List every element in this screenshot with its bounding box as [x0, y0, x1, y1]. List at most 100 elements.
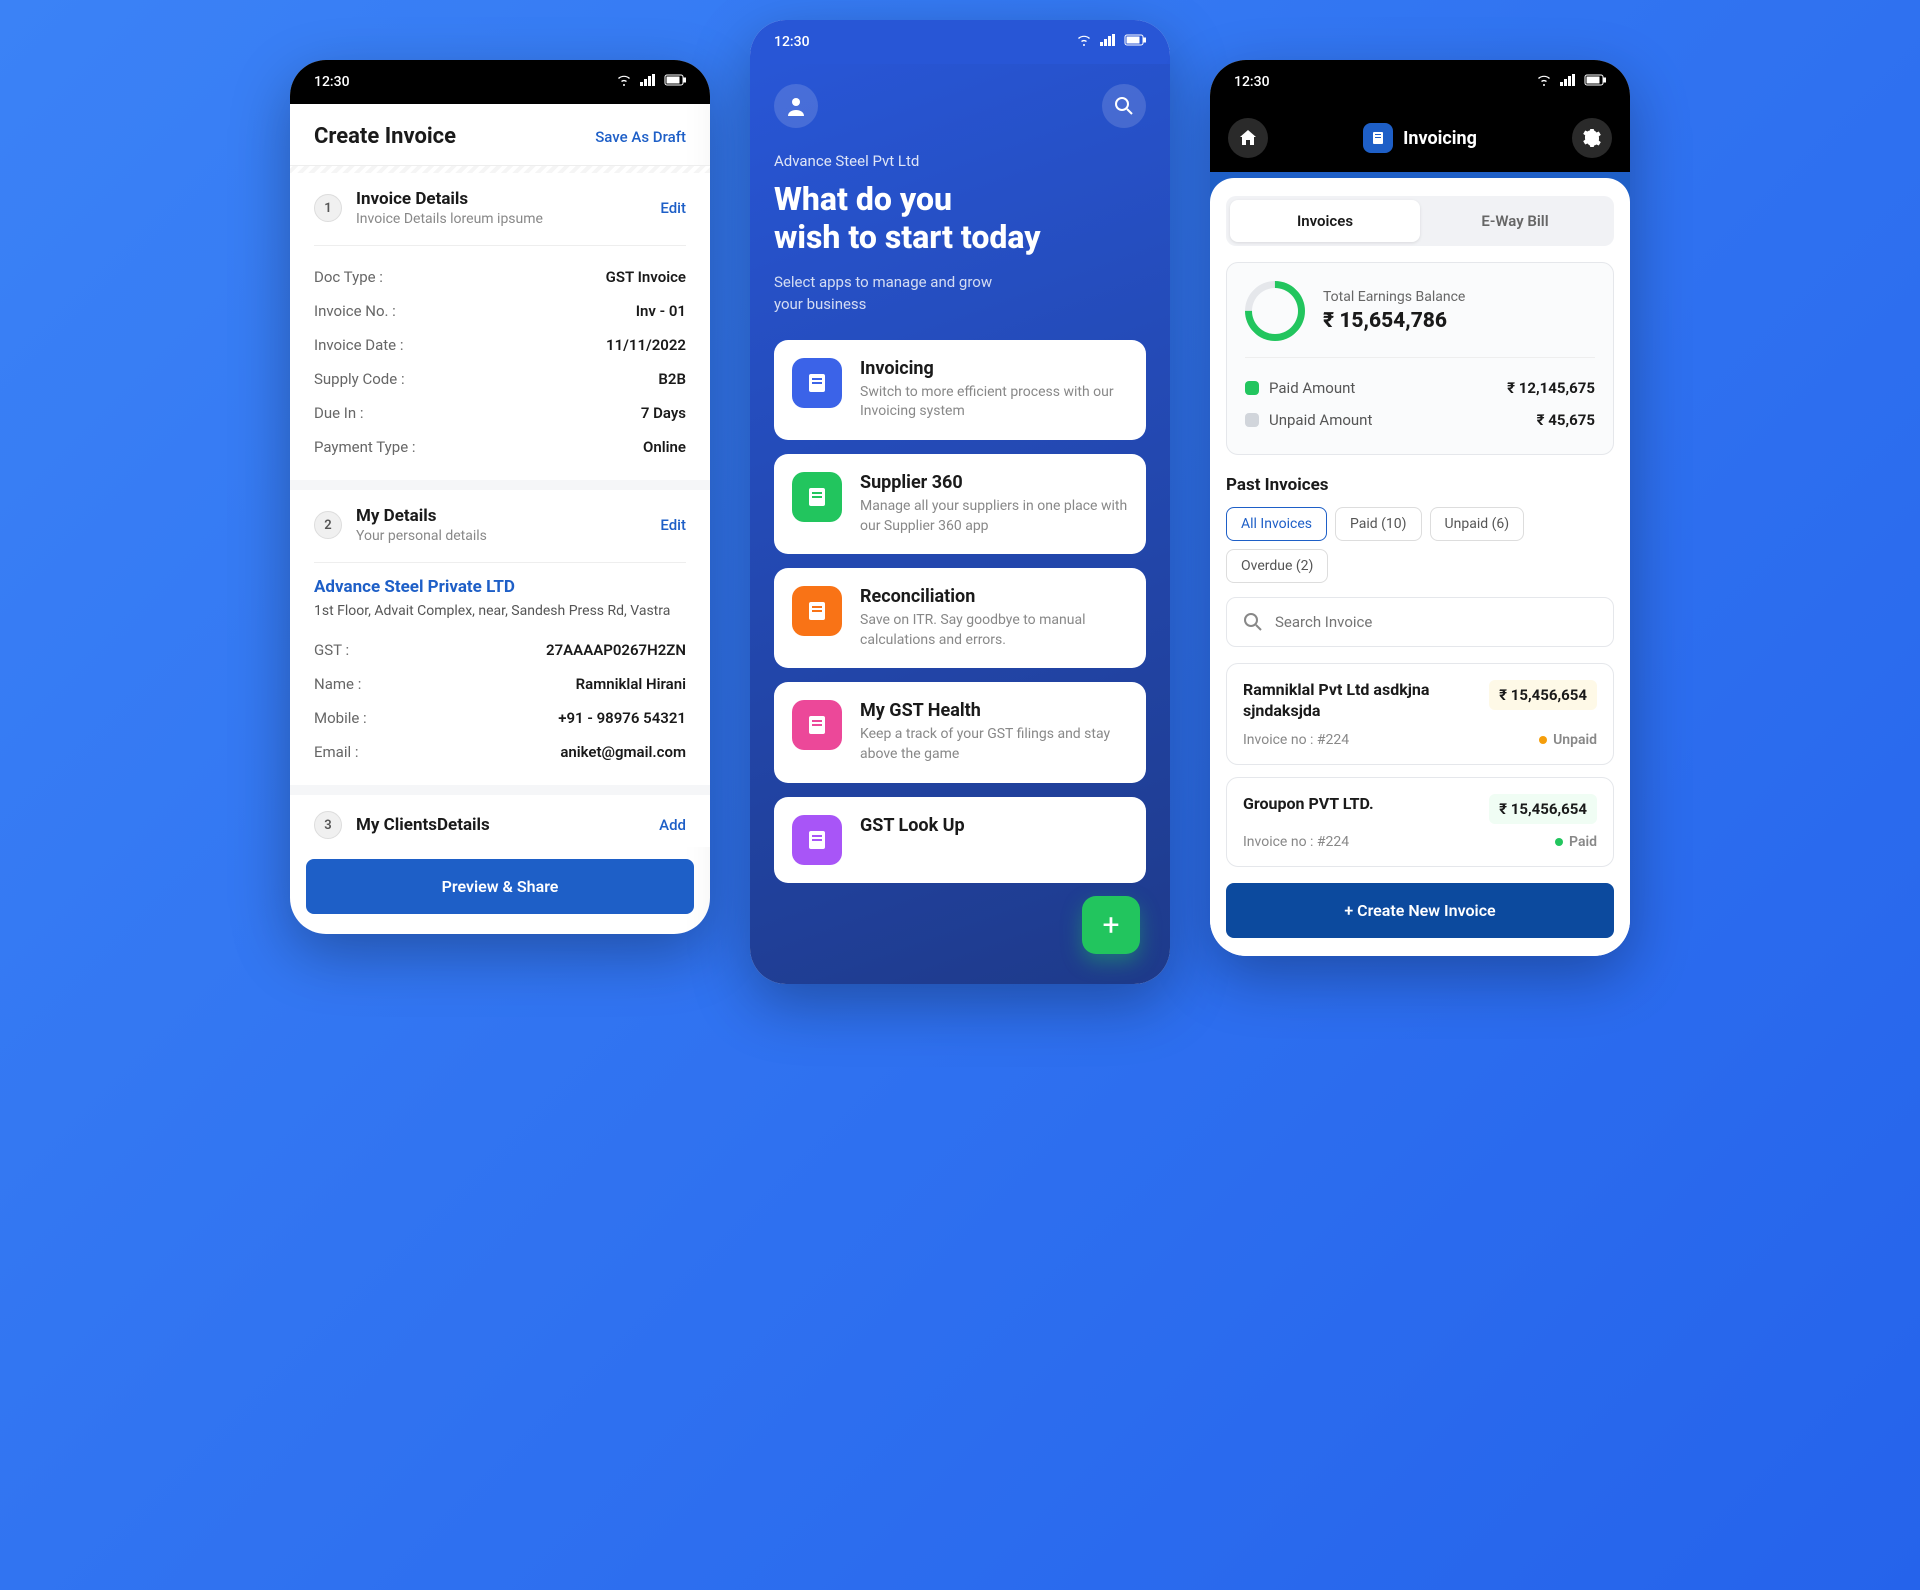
- app-title: GST Look Up: [860, 815, 965, 836]
- search-icon: [792, 815, 842, 865]
- invoice-amount: ₹ 15,456,654: [1489, 794, 1597, 824]
- fab-add-button[interactable]: +: [1082, 896, 1140, 954]
- section-gap: [290, 785, 710, 795]
- row-value: 7 Days: [641, 404, 686, 422]
- invoice-status: Paid: [1555, 834, 1597, 850]
- row-value: Ramniklal Hirani: [576, 675, 686, 693]
- profile-button[interactable]: [774, 84, 818, 128]
- hero-line1: What do you: [774, 180, 1146, 218]
- filter-chip-paid-[interactable]: Paid (10): [1335, 507, 1422, 541]
- invoice-client-name: Groupon PVT LTD.: [1243, 794, 1374, 815]
- detail-row: Name : Ramniklal Hirani: [314, 667, 686, 701]
- row-label: Name :: [314, 675, 361, 693]
- wifi-icon: [616, 74, 632, 90]
- screen-body: Advance Steel Pvt Ltd What do you wish t…: [750, 64, 1170, 984]
- search-field[interactable]: [1275, 613, 1597, 631]
- balance-card: Total Earnings Balance ₹ 15,654,786 Paid…: [1226, 262, 1614, 455]
- row-label: Doc Type :: [314, 268, 383, 286]
- home-icon: [1239, 129, 1257, 147]
- step-number: 1: [314, 194, 342, 222]
- detail-row: Invoice No. : Inv - 01: [314, 294, 686, 328]
- battery-icon: [664, 74, 686, 90]
- sub-line1: Select apps to manage and grow: [774, 271, 1146, 294]
- row-value: 27AAAAP0267H2ZN: [546, 641, 686, 659]
- edit-link[interactable]: Edit: [660, 199, 686, 217]
- screen-body: Create Invoice Save As Draft 1 Invoice D…: [290, 104, 710, 934]
- section-header: 3 My ClientsDetails Add: [314, 811, 686, 843]
- filter-chip-overdue-[interactable]: Overdue (2): [1226, 549, 1328, 583]
- invoice-rows: Doc Type : GST Invoice Invoice No. : Inv…: [314, 260, 686, 464]
- app-header: Invoicing: [1210, 104, 1630, 172]
- row-label: GST :: [314, 641, 349, 659]
- app-title: Invoicing: [860, 358, 1128, 379]
- invoice-list: Ramniklal Pvt Ltd asdkjna sjndaksjda ₹ 1…: [1226, 663, 1614, 867]
- section-invoice-details: 1 Invoice Details Invoice Details loreum…: [290, 173, 710, 480]
- tax-icon: [792, 586, 842, 636]
- app-title: My GST Health: [860, 700, 1128, 721]
- divider-zigzag: [290, 165, 710, 173]
- invoice-status: Unpaid: [1539, 732, 1597, 748]
- search-button[interactable]: [1102, 84, 1146, 128]
- settings-button[interactable]: [1572, 118, 1612, 158]
- balance-amount: ₹ 15,654,786: [1323, 309, 1465, 333]
- paid-label: Paid Amount: [1269, 379, 1355, 397]
- step-number: 3: [314, 811, 342, 839]
- top-bar: [774, 84, 1146, 128]
- row-value: 11/11/2022: [606, 336, 686, 354]
- create-invoice-button[interactable]: + Create New Invoice: [1226, 883, 1614, 938]
- row-value: Inv - 01: [636, 302, 686, 320]
- my-details-rows: GST : 27AAAAP0267H2ZN Name : Ramniklal H…: [314, 633, 686, 769]
- app-card-gst-look-up[interactable]: GST Look Up: [774, 797, 1146, 883]
- save-draft-link[interactable]: Save As Draft: [595, 128, 686, 146]
- paid-dot: [1245, 381, 1259, 395]
- preview-share-button[interactable]: Preview & Share: [306, 859, 694, 914]
- hero-subtitle: Select apps to manage and grow your busi…: [774, 271, 1146, 316]
- status-icons: [1076, 34, 1146, 50]
- invoice-amount: ₹ 15,456,654: [1489, 680, 1597, 710]
- tab-invoices[interactable]: Invoices: [1230, 200, 1420, 242]
- status-time: 12:30: [314, 74, 350, 90]
- app-card-invoicing[interactable]: Invoicing Switch to more efficient proce…: [774, 340, 1146, 440]
- status-dot: [1555, 838, 1563, 846]
- past-invoices-title: Past Invoices: [1226, 475, 1614, 495]
- detail-row: Payment Type : Online: [314, 430, 686, 464]
- detail-row: Mobile : +91 - 98976 54321: [314, 701, 686, 735]
- detail-row: GST : 27AAAAP0267H2ZN: [314, 633, 686, 667]
- phone-create-invoice: 12:30 Create Invoice Save As Draft 1 Inv…: [290, 60, 710, 934]
- tab-eway-bill[interactable]: E-Way Bill: [1420, 200, 1610, 242]
- app-description: Keep a track of your GST filings and sta…: [860, 725, 1128, 764]
- section-subtitle: Invoice Details loreum ipsume: [356, 211, 646, 227]
- app-list: Invoicing Switch to more efficient proce…: [774, 340, 1146, 883]
- filter-chip-unpaid-[interactable]: Unpaid (6): [1430, 507, 1525, 541]
- detail-row: Invoice Date : 11/11/2022: [314, 328, 686, 362]
- app-description: Save on ITR. Say goodbye to manual calcu…: [860, 611, 1128, 650]
- invoice-card[interactable]: Groupon PVT LTD. ₹ 15,456,654 Invoice no…: [1226, 777, 1614, 867]
- row-value: +91 - 98976 54321: [558, 709, 686, 727]
- app-card-supplier-360[interactable]: Supplier 360 Manage all your suppliers i…: [774, 454, 1146, 554]
- add-link[interactable]: Add: [659, 816, 686, 834]
- signal-icon: [640, 74, 656, 90]
- receipt-icon: [792, 358, 842, 408]
- edit-link[interactable]: Edit: [660, 516, 686, 534]
- phone-invoicing: 12:30 Invoicing Invoices E-Way Bill: [1210, 60, 1630, 956]
- row-label: Email :: [314, 743, 359, 761]
- app-description: Manage all your suppliers in one place w…: [860, 497, 1128, 536]
- status-bar: 12:30: [750, 20, 1170, 64]
- app-card-my-gst-health[interactable]: My GST Health Keep a track of your GST f…: [774, 682, 1146, 782]
- section-title: My Details: [356, 506, 646, 526]
- home-button[interactable]: [1228, 118, 1268, 158]
- invoice-card[interactable]: Ramniklal Pvt Ltd asdkjna sjndaksjda ₹ 1…: [1226, 663, 1614, 765]
- section-header: 2 My Details Your personal details Edit: [314, 506, 686, 548]
- filter-chip-all-invoices[interactable]: All Invoices: [1226, 507, 1327, 541]
- screen-body: Invoices E-Way Bill Total Earnings Balan…: [1210, 178, 1630, 956]
- section-header: 1 Invoice Details Invoice Details loreum…: [314, 189, 686, 231]
- search-invoice-input[interactable]: [1226, 597, 1614, 647]
- page-header: Create Invoice Save As Draft: [290, 104, 710, 165]
- search-icon: [1243, 612, 1263, 632]
- row-label: Invoice Date :: [314, 336, 403, 354]
- header-title: Invoicing: [1403, 128, 1477, 149]
- step-number: 2: [314, 511, 342, 539]
- battery-icon: [1584, 74, 1606, 90]
- company-address: 1st Floor, Advait Complex, near, Sandesh…: [314, 603, 686, 619]
- app-card-reconciliation[interactable]: Reconciliation Save on ITR. Say goodbye …: [774, 568, 1146, 668]
